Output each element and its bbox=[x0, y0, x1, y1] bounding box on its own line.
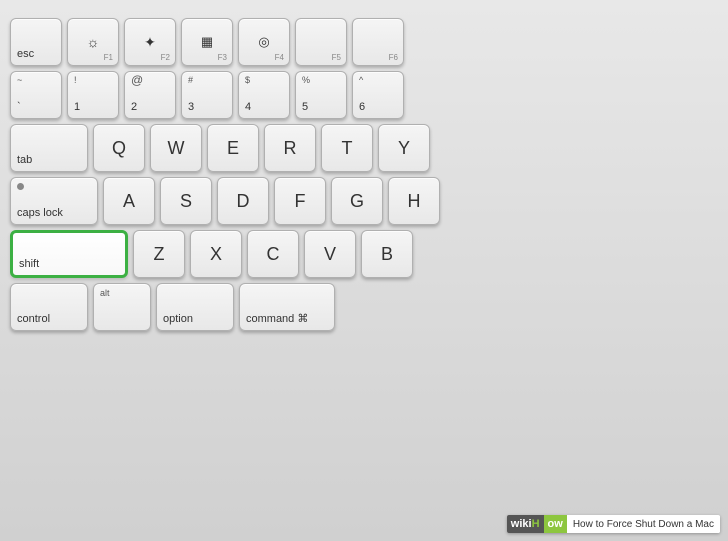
key-tilde[interactable]: ~ ` bbox=[10, 71, 62, 119]
key-f2[interactable]: ✦ F2 bbox=[124, 18, 176, 66]
modifier-row: control alt option command ⌘ bbox=[10, 283, 718, 331]
key-r[interactable]: R bbox=[264, 124, 316, 172]
qwerty-row: tab Q W E R T Y bbox=[10, 124, 718, 172]
key-a[interactable]: A bbox=[103, 177, 155, 225]
key-5[interactable]: % 5 bbox=[295, 71, 347, 119]
key-f3[interactable]: ▦ F3 bbox=[181, 18, 233, 66]
key-caps-lock[interactable]: caps lock bbox=[10, 177, 98, 225]
key-d[interactable]: D bbox=[217, 177, 269, 225]
function-row: esc ☼ F1 ✦ F2 ▦ F3 ◎ F4 F5 F6 bbox=[10, 18, 718, 66]
key-e[interactable]: E bbox=[207, 124, 259, 172]
key-f1[interactable]: ☼ F1 bbox=[67, 18, 119, 66]
key-f4[interactable]: ◎ F4 bbox=[238, 18, 290, 66]
key-alt[interactable]: alt bbox=[93, 283, 151, 331]
key-c[interactable]: C bbox=[247, 230, 299, 278]
key-s[interactable]: S bbox=[160, 177, 212, 225]
key-f[interactable]: F bbox=[274, 177, 326, 225]
key-q[interactable]: Q bbox=[93, 124, 145, 172]
key-g[interactable]: G bbox=[331, 177, 383, 225]
key-h[interactable]: H bbox=[388, 177, 440, 225]
caps-lock-indicator bbox=[17, 183, 24, 190]
wikihow-article-title: How to Force Shut Down a Mac bbox=[567, 516, 720, 533]
key-tab[interactable]: tab bbox=[10, 124, 88, 172]
key-command[interactable]: command ⌘ bbox=[239, 283, 335, 331]
key-esc[interactable]: esc bbox=[10, 18, 62, 66]
wiki-logo-wiki: wikiH bbox=[507, 515, 544, 533]
key-4[interactable]: $ 4 bbox=[238, 71, 290, 119]
key-option[interactable]: option bbox=[156, 283, 234, 331]
key-1[interactable]: ! 1 bbox=[67, 71, 119, 119]
wikihow-badge: wikiH ow How to Force Shut Down a Mac bbox=[507, 515, 720, 533]
key-f6[interactable]: F6 bbox=[352, 18, 404, 66]
key-z[interactable]: Z bbox=[133, 230, 185, 278]
key-x[interactable]: X bbox=[190, 230, 242, 278]
key-2[interactable]: @ 2 bbox=[124, 71, 176, 119]
wiki-logo-how: ow bbox=[544, 515, 567, 533]
key-y[interactable]: Y bbox=[378, 124, 430, 172]
key-v[interactable]: V bbox=[304, 230, 356, 278]
key-6[interactable]: ^ 6 bbox=[352, 71, 404, 119]
key-t[interactable]: T bbox=[321, 124, 373, 172]
key-shift-left[interactable]: shift bbox=[10, 230, 128, 278]
numbers-row: ~ ` ! 1 @ 2 # 3 $ 4 % 5 ^ 6 bbox=[10, 71, 718, 119]
key-f5[interactable]: F5 bbox=[295, 18, 347, 66]
keyboard-image: esc ☼ F1 ✦ F2 ▦ F3 ◎ F4 F5 F6 ~ ` bbox=[0, 0, 728, 541]
key-3[interactable]: # 3 bbox=[181, 71, 233, 119]
key-w[interactable]: W bbox=[150, 124, 202, 172]
zxcv-row: shift Z X C V B bbox=[10, 230, 718, 278]
key-b[interactable]: B bbox=[361, 230, 413, 278]
asdf-row: caps lock A S D F G H bbox=[10, 177, 718, 225]
key-control[interactable]: control bbox=[10, 283, 88, 331]
